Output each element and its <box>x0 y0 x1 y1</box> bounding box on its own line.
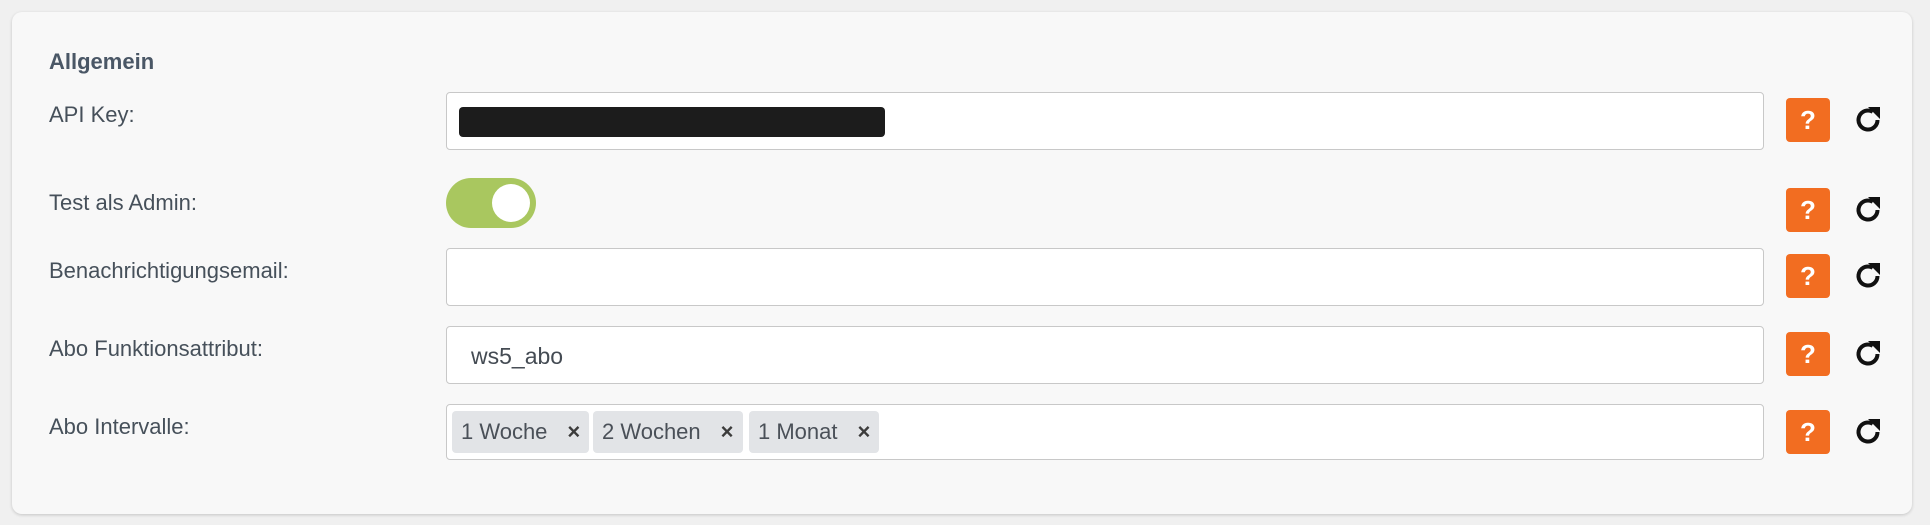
abo-intervals-label: Abo Intervalle: <box>49 414 190 439</box>
test-admin-label: Test als Admin: <box>49 190 197 215</box>
question-mark-icon: ? <box>1800 260 1816 291</box>
notification-email-label: Benachrichtigungsemail: <box>49 258 289 283</box>
api-key-input[interactable] <box>446 92 1764 150</box>
abo-attribute-label: Abo Funktionsattribut: <box>49 336 264 361</box>
abo-attribute-help-button[interactable]: ? <box>1786 332 1830 376</box>
notification-email-reset-button[interactable] <box>1846 254 1890 298</box>
abo-intervals-reset-button[interactable] <box>1846 410 1890 454</box>
reload-icon <box>1856 107 1880 132</box>
api-key-reset-button[interactable] <box>1846 98 1890 142</box>
settings-panel: Allgemein API Key: ? Test als Admin: ? B… <box>12 12 1912 514</box>
abo-intervals-help-button[interactable]: ? <box>1786 410 1830 454</box>
section-title: Allgemein <box>49 49 155 74</box>
toggle-knob <box>492 184 530 222</box>
notification-email-help-button[interactable]: ? <box>1786 254 1830 298</box>
tag-label: 1 Monat <box>758 419 838 444</box>
row-notification-email: Benachrichtigungsemail: ? <box>12 248 1912 308</box>
test-admin-toggle[interactable] <box>446 178 536 228</box>
api-key-label: API Key: <box>49 102 135 127</box>
test-admin-help-button[interactable]: ? <box>1786 188 1830 232</box>
remove-tag-icon[interactable]: × <box>567 419 580 445</box>
question-mark-icon: ? <box>1800 338 1816 369</box>
abo-attribute-input[interactable]: ws5_abo <box>446 326 1764 384</box>
question-mark-icon: ? <box>1800 416 1816 447</box>
tag-chip: 1 Monat × <box>749 411 880 453</box>
abo-attribute-reset-button[interactable] <box>1846 332 1890 376</box>
question-mark-icon: ? <box>1800 194 1816 225</box>
row-abo-attribute: Abo Funktionsattribut: ws5_abo ? <box>12 326 1912 386</box>
reload-icon <box>1856 419 1880 444</box>
tag-label: 1 Woche <box>461 419 548 444</box>
reload-icon <box>1856 341 1880 366</box>
tag-chip: 1 Woche × <box>452 411 590 453</box>
row-abo-intervals: Abo Intervalle: 1 Woche × 2 Wochen × 1 M… <box>12 404 1912 464</box>
notification-email-input[interactable] <box>446 248 1764 306</box>
tag-label: 2 Wochen <box>602 419 701 444</box>
row-test-admin: Test als Admin: ? <box>12 168 1912 232</box>
remove-tag-icon[interactable]: × <box>721 419 734 445</box>
remove-tag-icon[interactable]: × <box>858 419 871 445</box>
tag-chip: 2 Wochen × <box>593 411 743 453</box>
abo-intervals-tag-input[interactable]: 1 Woche × 2 Wochen × 1 Monat × <box>446 404 1764 460</box>
abo-attribute-value: ws5_abo <box>471 343 564 369</box>
row-api-key: API Key: ? <box>12 92 1912 152</box>
reload-icon <box>1856 263 1880 288</box>
question-mark-icon: ? <box>1800 104 1816 135</box>
api-key-redacted-value <box>459 107 885 137</box>
test-admin-reset-button[interactable] <box>1846 188 1890 232</box>
api-key-help-button[interactable]: ? <box>1786 98 1830 142</box>
reload-icon <box>1856 197 1880 222</box>
